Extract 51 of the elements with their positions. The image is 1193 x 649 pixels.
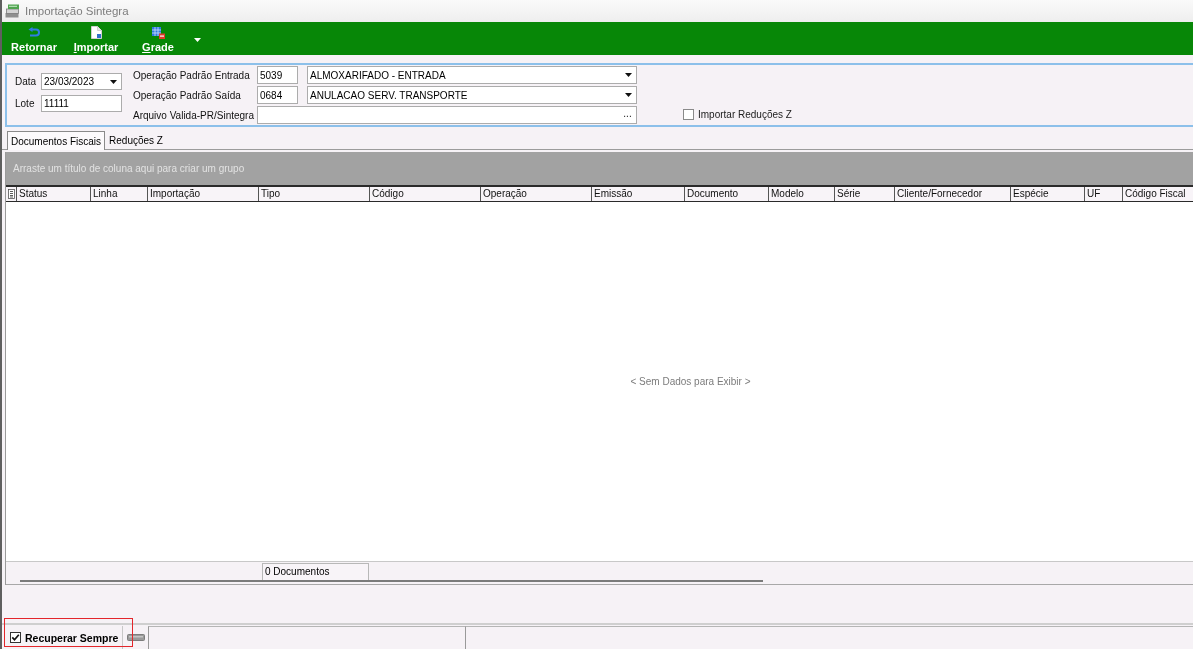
caret-icon [625,93,632,97]
checkbox[interactable] [10,632,21,643]
operation-label: Operação Padrão Entrada [133,69,251,81]
caret-icon [194,38,201,42]
horizontal-scrollbar[interactable] [20,580,763,582]
checkbox[interactable] [683,109,694,120]
lot-label: Lote [15,98,36,109]
toolbar-button[interactable]: Importar [70,22,122,55]
column-header[interactable]: Cliente/Fornecedor [895,187,1011,201]
column-header[interactable]: Linha [91,187,148,201]
code-field[interactable]: 5039 [257,66,298,84]
code-field[interactable]: 0684 [257,86,298,104]
caret-icon [110,79,117,84]
toolbar-menu-button[interactable] [194,38,201,42]
column-header[interactable]: Status [17,187,91,201]
column-header[interactable]: Modelo [769,187,835,201]
caret-icon [625,73,632,77]
column-header[interactable]: Série [835,187,895,201]
operation-dropdown[interactable]: ANULACAO SERV. TRANSPORTE [307,86,637,104]
group-hint: Arraste um título de coluna aqui para criar um grupo [13,163,245,174]
grid-icon [151,26,165,39]
operation-dropdown[interactable]: ALMOXARIFADO - ENTRADA [307,66,637,84]
window-title: Importação Sintegra [25,5,129,17]
column-header[interactable]: Código Fiscal [1123,187,1193,201]
return-arrow-icon [28,27,40,38]
column-header[interactable]: Documento [685,187,769,201]
file-label: Arquivo Valida-PR/Sintegra [133,109,255,121]
column-header[interactable]: Operação [481,187,592,201]
operation-label: Operação Padrão Saída [133,89,242,101]
empty-message: < Sem Dados para Exibir > [630,376,751,387]
document-stack-icon [5,4,21,18]
column-header[interactable]: Emissão [592,187,685,201]
bar-icon [126,634,145,641]
checkbox-label[interactable]: Importar Reduções Z [698,109,792,120]
file-path-field[interactable]: ... [257,106,637,124]
column-header[interactable]: Tipo [259,187,370,201]
toolbar-button[interactable]: Retornar [8,22,60,55]
column-header[interactable]: UF [1085,187,1123,201]
column-header[interactable]: Espécie [1011,187,1085,201]
date-label: Data [15,76,38,87]
tab[interactable]: Documentos Fiscais [7,131,106,150]
column-header[interactable]: Importação [148,187,259,201]
toolbar-button[interactable]: Grade [132,22,184,55]
date-field[interactable]: 23/03/2023 [41,73,122,90]
column-list-icon[interactable] [8,189,15,199]
document-icon [90,26,102,39]
lot-field[interactable]: 11111 [41,95,122,112]
column-header[interactable]: Código [370,187,481,201]
checkbox-label[interactable]: Recuperar Sempre [25,631,119,644]
tab[interactable]: Reduções Z [105,131,167,149]
summary-cell: 0 Documentos [262,563,369,580]
